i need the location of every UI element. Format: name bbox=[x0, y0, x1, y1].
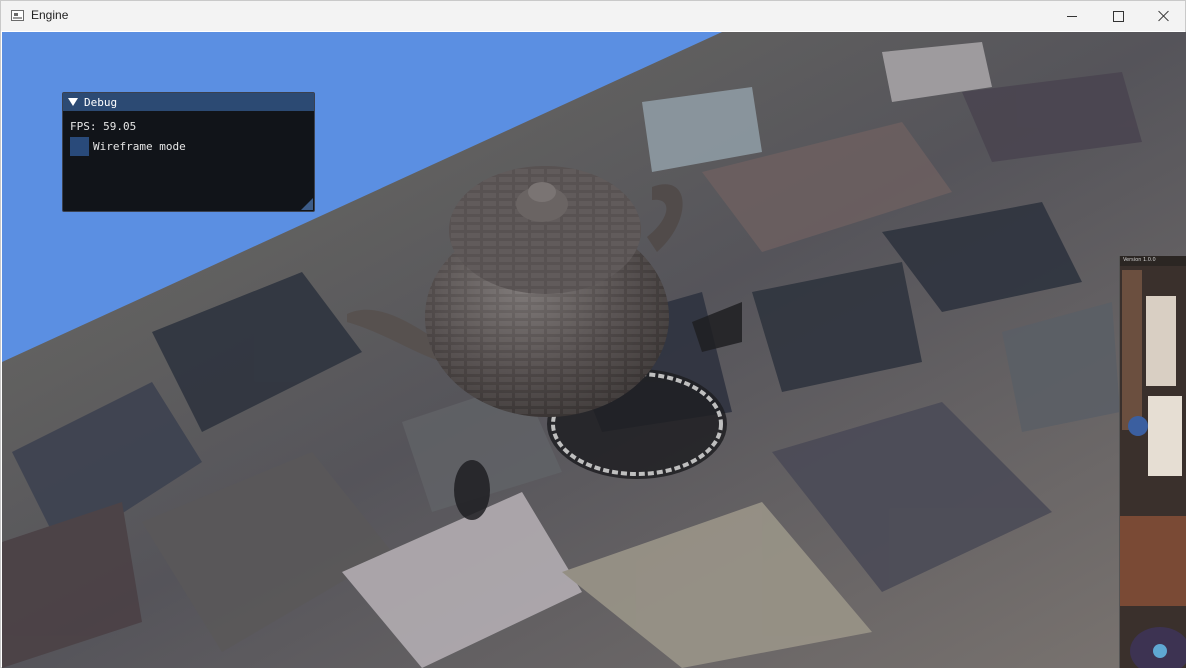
collapse-triangle-icon[interactable] bbox=[68, 98, 78, 106]
maximize-button[interactable] bbox=[1095, 1, 1141, 31]
debug-panel[interactable]: Debug FPS: 59.05 Wireframe mode bbox=[62, 92, 315, 212]
window-title: Engine bbox=[31, 8, 69, 22]
minimize-icon bbox=[1067, 15, 1077, 17]
title-bar[interactable]: Engine bbox=[1, 1, 1185, 31]
wireframe-checkbox[interactable] bbox=[70, 137, 89, 156]
wireframe-toggle[interactable]: Wireframe mode bbox=[70, 137, 186, 156]
close-button[interactable] bbox=[1141, 1, 1186, 31]
debug-panel-header[interactable]: Debug bbox=[63, 93, 314, 111]
render-viewport[interactable]: Debug FPS: 59.05 Wireframe mode Version … bbox=[2, 32, 1186, 668]
overlay-side-window[interactable]: Version 1.0.0 bbox=[1119, 256, 1186, 668]
resize-grip-icon[interactable] bbox=[301, 198, 313, 210]
side-window-label: Version 1.0.0 bbox=[1123, 257, 1156, 263]
minimize-button[interactable] bbox=[1049, 1, 1095, 31]
app-window: Engine Debug FPS: 59.05 Wireframe mode V… bbox=[0, 0, 1186, 668]
fps-readout: FPS: 59.05 bbox=[70, 120, 137, 133]
wireframe-label: Wireframe mode bbox=[93, 140, 186, 153]
app-window-icon bbox=[11, 10, 24, 21]
maximize-icon bbox=[1112, 10, 1124, 22]
close-icon bbox=[1158, 10, 1170, 22]
side-window-preview bbox=[1120, 266, 1186, 668]
debug-panel-title: Debug bbox=[84, 95, 118, 109]
